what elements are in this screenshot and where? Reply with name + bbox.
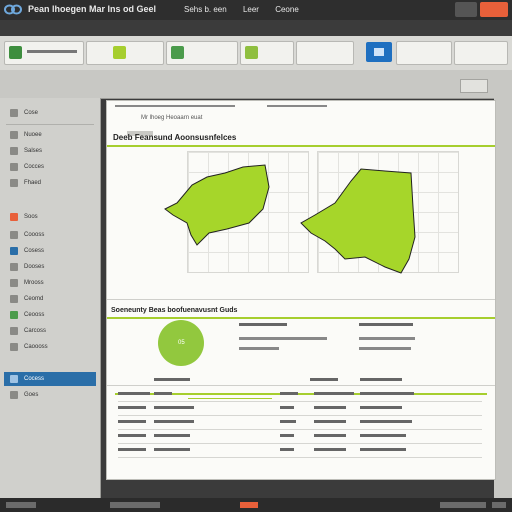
table-row[interactable] [118,418,482,430]
page-icon [10,295,18,303]
menu-item[interactable]: Sehs b. een [184,5,227,14]
tool-group [86,41,164,65]
map-icon[interactable] [171,46,184,59]
table-row[interactable] [118,404,482,416]
stat-line [239,337,327,340]
sidebar: Cose Nuoee Salses Cocces Fhaed Soos Cooo… [0,98,101,498]
page-icon [10,163,18,171]
stat-line [239,347,279,350]
tool-group [396,41,452,65]
sidebar-item[interactable]: Soos [4,210,96,224]
tool-group [4,41,84,65]
status-item [6,502,36,508]
table-row[interactable] [118,432,482,444]
page-icon [10,375,18,383]
section-title: Soeneunty Beas boofuenavusnt Guds [111,307,238,314]
page-icon [10,131,18,139]
window-title: Pean lhoegen Mar Ins od Geel [28,4,157,14]
folder-icon [10,109,18,117]
globe-icon [10,247,18,255]
status-item [110,502,160,508]
sidebar-item[interactable]: Cose [4,106,96,120]
page-icon [10,263,18,271]
sheet-icon [10,311,18,319]
section-title: Deeb Feansund Aoonsusnfelces [113,133,237,142]
page-icon [10,179,18,187]
menu-bar: Sehs b. een Leer Ceone [184,5,313,14]
sidebar-item[interactable]: Cosess [4,244,96,258]
close-button[interactable] [480,2,508,17]
sidebar-item[interactable]: Ceooss [4,308,96,322]
menu-item[interactable]: Ceone [275,5,299,14]
sidebar-item[interactable]: Nuoee [4,128,96,142]
divider [107,299,495,300]
stat-line [359,347,411,350]
donut-value: 05 [178,340,185,346]
menu-item[interactable]: Leer [243,5,259,14]
sidebar-item[interactable]: Goes [4,388,96,402]
zoom-control[interactable] [492,502,506,508]
sidebar-item[interactable]: Carcoss [4,324,96,338]
doc-header: Mr lhoeg Heoaarn euat [141,115,203,121]
region-map-left [164,164,270,246]
sidebar-item[interactable]: Mrooss [4,276,96,290]
page-icon [10,147,18,155]
sidebar-item[interactable]: Coooss [4,228,96,242]
page-icon [10,343,18,351]
spreadsheet-icon[interactable] [9,46,22,59]
app-logo-icon [4,4,22,15]
page-icon [10,327,18,335]
stat-label [359,323,413,326]
view-tab[interactable] [460,79,488,93]
ribbon-toolbar [0,36,512,71]
scrollbar[interactable] [494,98,512,498]
stat-label [239,323,287,326]
green-divider [107,317,495,319]
sidebar-item[interactable]: Ceomd [4,292,96,306]
layer-icon[interactable] [245,46,258,59]
secondary-bar [0,70,512,99]
divider [6,124,94,125]
status-indicator [240,502,258,508]
tool-label [27,50,77,53]
tool-group [166,41,238,65]
sidebar-item-active[interactable]: Cocess [4,372,96,386]
tool-group [296,41,354,65]
sidebar-item[interactable]: Salses [4,144,96,158]
table-header-row [118,376,482,388]
sidebar-item[interactable]: Fhaed [4,176,96,190]
status-item [440,502,486,508]
page-icon [10,391,18,399]
tool-group [454,41,508,65]
page-icon [10,231,18,239]
alert-icon [10,213,18,221]
stat-line [359,337,415,340]
minimize-button[interactable] [455,2,477,17]
table-row[interactable] [118,390,482,402]
sidebar-item[interactable]: Dooses [4,260,96,274]
title-bar: Pean lhoegen Mar Ins od Geel Sehs b. een… [0,0,512,20]
green-divider [107,145,495,147]
primary-action-button[interactable] [366,42,392,62]
table-row[interactable] [118,446,482,458]
chart-icon[interactable] [113,46,126,59]
sidebar-item[interactable]: Caoooss [4,340,96,354]
region-map-right [300,168,416,274]
page-icon [10,279,18,287]
doc-meta-line [115,105,235,107]
sidebar-item[interactable]: Cocces [4,160,96,174]
tool-group [240,41,294,65]
doc-meta-line [267,105,327,107]
status-bar [0,498,512,512]
